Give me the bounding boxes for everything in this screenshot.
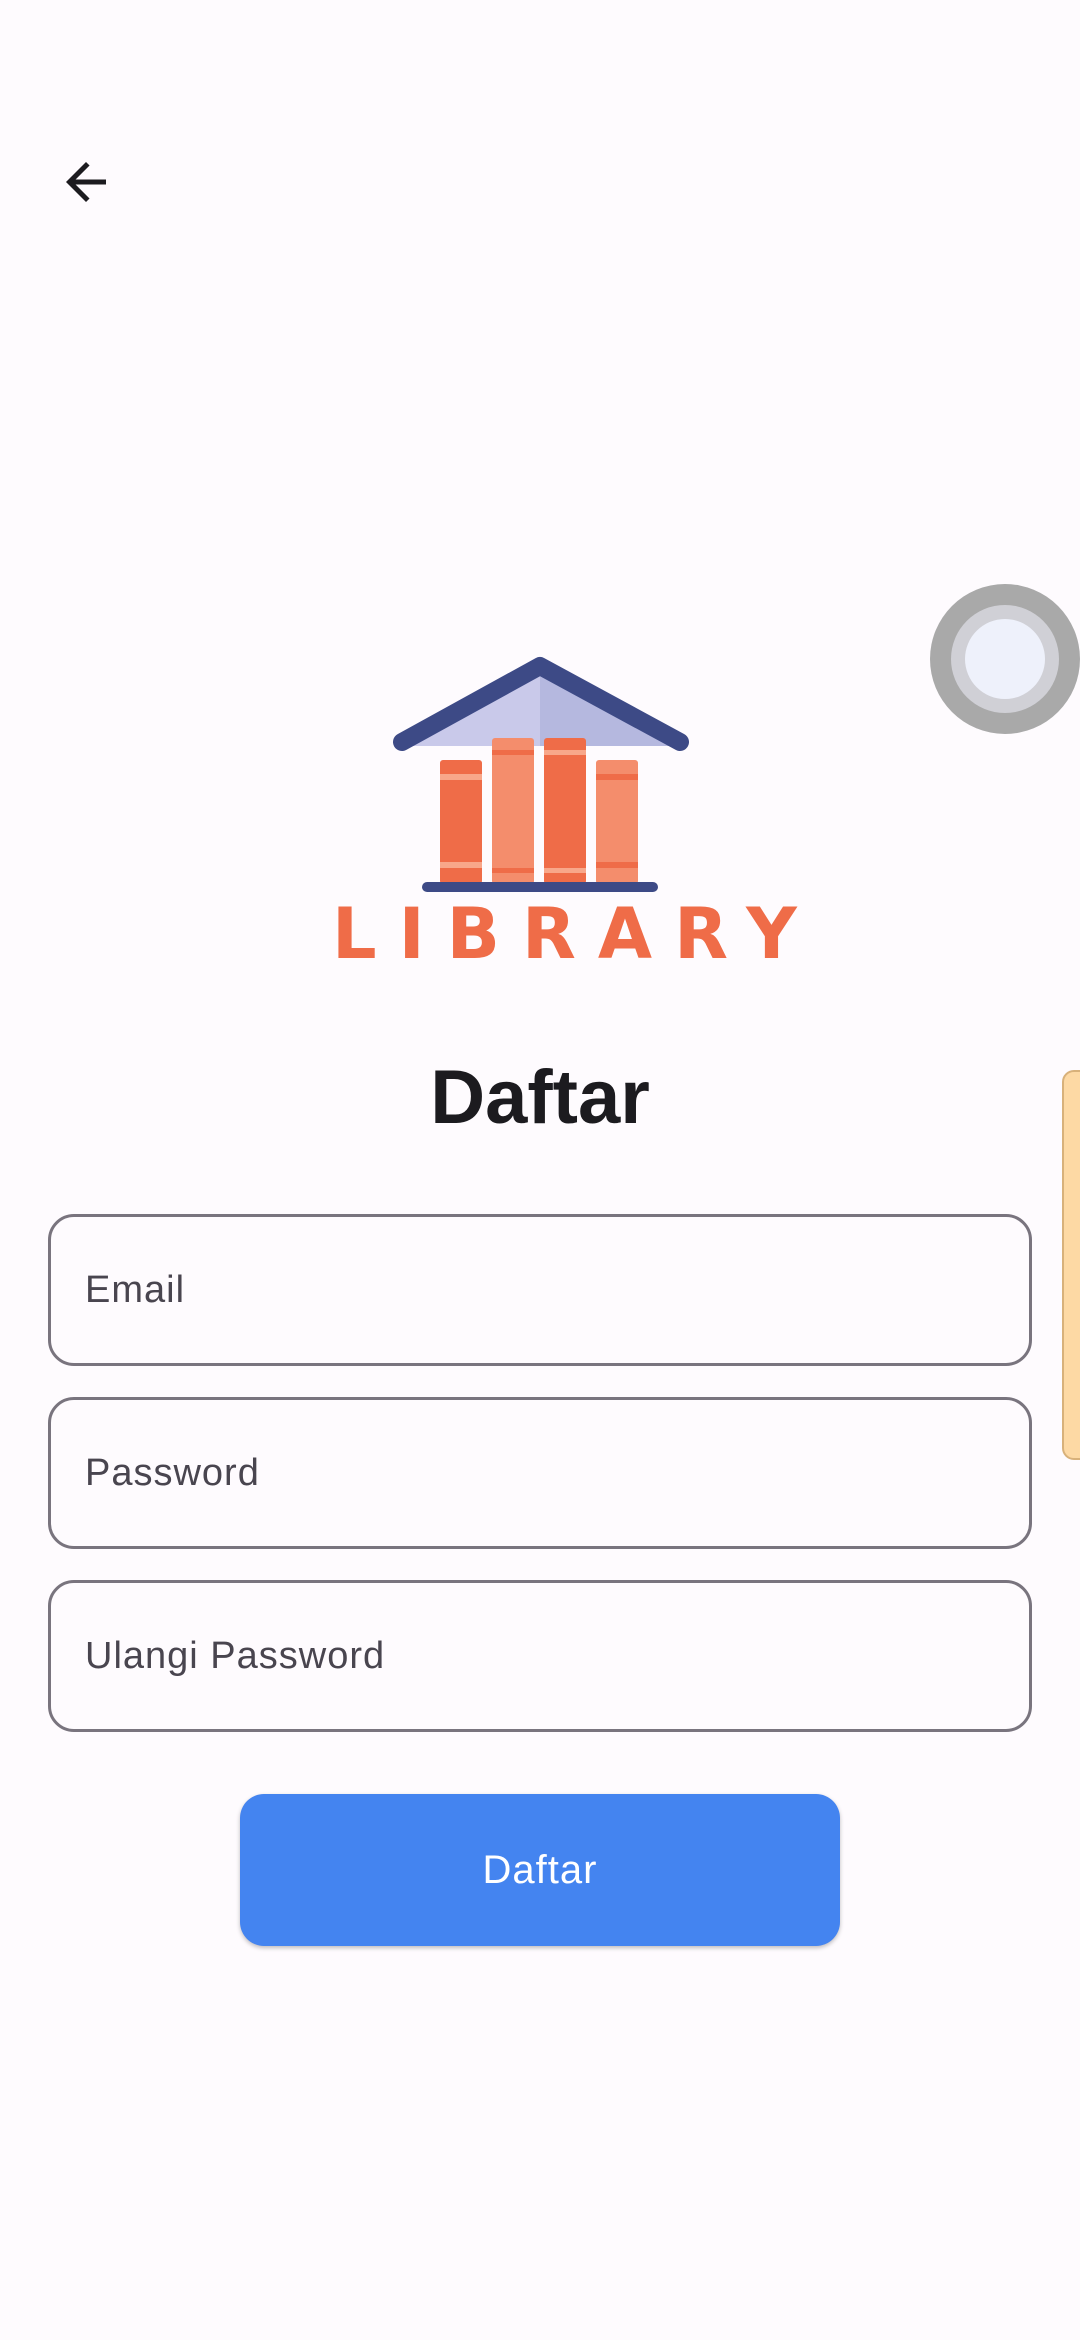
library-logo: LIBRARY: [310, 650, 819, 980]
page-title: Daftar: [430, 1055, 650, 1140]
register-screen: LIBRARY Daftar Daftar: [0, 0, 1080, 2340]
arrow-left-icon: [66, 162, 106, 202]
password-input[interactable]: [51, 1400, 1029, 1546]
email-input[interactable]: [51, 1217, 1029, 1363]
assistive-ring: [951, 605, 1059, 713]
assistive-core: [965, 619, 1045, 699]
floating-assistive-button[interactable]: [930, 584, 1080, 734]
password-field[interactable]: [48, 1397, 1032, 1549]
register-button[interactable]: Daftar: [240, 1794, 840, 1946]
confirm-password-input[interactable]: [51, 1583, 1029, 1729]
back-button[interactable]: [44, 140, 128, 224]
library-wordmark: LIBRARY: [332, 893, 819, 975]
email-field[interactable]: [48, 1214, 1032, 1366]
library-building-icon: [393, 657, 689, 892]
confirm-password-field[interactable]: [48, 1580, 1032, 1732]
